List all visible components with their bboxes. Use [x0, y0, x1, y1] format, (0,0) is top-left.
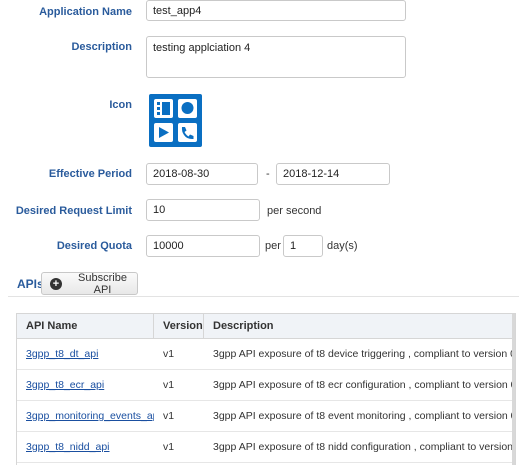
- period-end-input[interactable]: [276, 163, 390, 185]
- api-description: 3gpp API exposure of t8 ecr configuratio…: [213, 379, 515, 391]
- api-description: 3gpp API exposure of t8 device triggerin…: [213, 348, 515, 360]
- table-row: 3gpp_t8_dt_api v1 3gpp API exposure of t…: [17, 339, 515, 370]
- table-row: 3gpp_monitoring_events_api v1 3gpp API e…: [17, 401, 515, 432]
- column-api-name[interactable]: API Name: [17, 314, 154, 338]
- api-version: v1: [163, 441, 175, 453]
- api-name-link[interactable]: 3gpp_monitoring_events_api: [26, 410, 154, 422]
- period-start-input[interactable]: [146, 163, 258, 185]
- api-table-header: API Name Version Description: [17, 314, 515, 339]
- subscribe-api-button[interactable]: + Subscribe API: [41, 271, 138, 296]
- media-apps-icon: [154, 99, 197, 142]
- request-limit-unit: per second: [267, 205, 322, 217]
- quota-per-text: per: [265, 240, 281, 252]
- plus-circle-icon: +: [50, 277, 62, 290]
- api-version: v1: [163, 379, 175, 391]
- api-description: 3gpp API exposure of t8 event monitoring…: [213, 410, 515, 422]
- table-scrollbar[interactable]: [512, 314, 515, 465]
- table-row: 3gpp_t8_ecr_api v1 3gpp API exposure of …: [17, 370, 515, 401]
- table-row: 3gpp_t8_nidd_api v1 3gpp API exposure of…: [17, 432, 515, 463]
- app-icon-image[interactable]: [149, 94, 202, 147]
- api-table: API Name Version Description 3gpp_t8_dt_…: [16, 313, 516, 465]
- api-version: v1: [163, 348, 175, 360]
- column-description[interactable]: Description: [204, 314, 515, 338]
- request-limit-label: Desired Request Limit: [15, 205, 132, 217]
- icon-label: Icon: [109, 99, 132, 111]
- quota-label: Desired Quota: [56, 240, 132, 252]
- period-separator: -: [266, 168, 270, 180]
- section-divider: [8, 296, 519, 297]
- app-name-label: Application Name: [39, 6, 132, 18]
- effective-period-label: Effective Period: [48, 168, 132, 180]
- description-textarea[interactable]: testing applciation 4: [146, 36, 406, 78]
- app-name-input[interactable]: [146, 0, 406, 21]
- quota-input[interactable]: [146, 235, 260, 257]
- quota-days-input[interactable]: [283, 235, 323, 257]
- request-limit-input[interactable]: [146, 199, 260, 221]
- subscribe-api-label: Subscribe API: [78, 271, 127, 296]
- apis-section-label: APIs: [17, 277, 44, 291]
- column-version[interactable]: Version: [154, 314, 204, 338]
- api-name-link[interactable]: 3gpp_t8_ecr_api: [26, 379, 104, 391]
- description-label: Description: [71, 41, 132, 53]
- api-name-link[interactable]: 3gpp_t8_nidd_api: [26, 441, 110, 453]
- api-name-link[interactable]: 3gpp_t8_dt_api: [26, 348, 98, 360]
- api-version: v1: [163, 410, 175, 422]
- quota-days-unit: day(s): [327, 240, 358, 252]
- api-description: 3gpp API exposure of t8 nidd configurati…: [213, 441, 515, 453]
